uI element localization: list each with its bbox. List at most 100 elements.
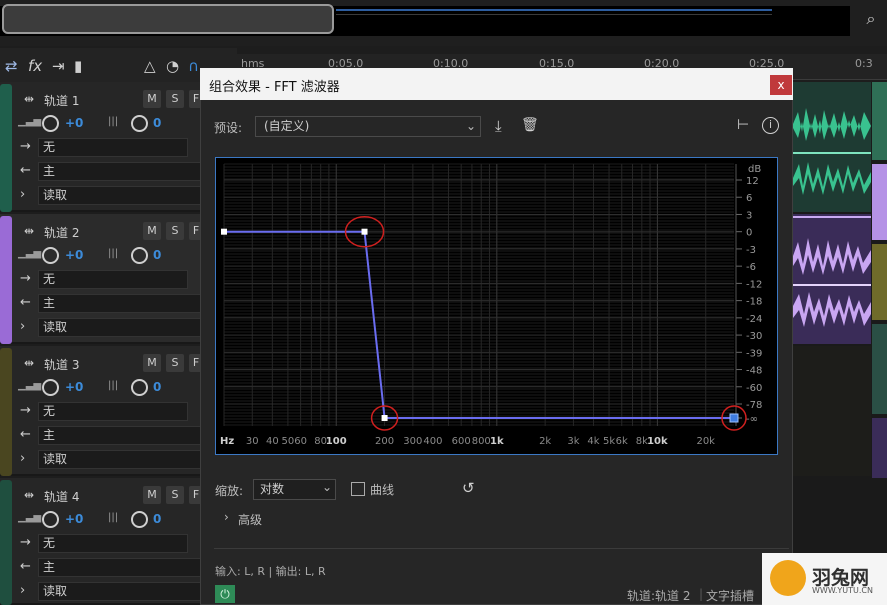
volume-value[interactable]: +0	[65, 380, 83, 394]
track-color-strip	[0, 216, 12, 344]
chevron-right-icon[interactable]: ›	[20, 583, 25, 598]
curve-checkbox[interactable]	[351, 482, 365, 496]
scroll-marker-track-1[interactable]	[872, 82, 887, 160]
input-select[interactable]: 无	[38, 138, 188, 157]
mute-button[interactable]: M	[143, 222, 161, 240]
track-move-icon[interactable]: ⇹	[24, 92, 34, 106]
zoom-icon[interactable]: ⌕	[860, 8, 882, 30]
pan-knob[interactable]	[131, 115, 148, 132]
snap-icon[interactable]: ∩	[188, 56, 199, 76]
pan-value[interactable]: 0	[153, 512, 161, 526]
routing-icon[interactable]: ⊢	[737, 117, 749, 133]
chevron-down-icon[interactable]: ⌄	[322, 480, 332, 494]
input-arrow-icon: →	[20, 535, 31, 550]
output-select[interactable]: 主	[38, 426, 205, 445]
track-move-icon[interactable]: ⇹	[24, 488, 34, 502]
volume-value[interactable]: +0	[65, 116, 83, 130]
volume-knob[interactable]	[42, 379, 59, 396]
automation-mode-select[interactable]: 读取	[38, 186, 205, 205]
volume-value[interactable]: +0	[65, 248, 83, 262]
advanced-toggle[interactable]: 高级	[238, 511, 262, 528]
db-label: -∞	[746, 414, 758, 425]
chevron-right-icon[interactable]: ›	[20, 319, 25, 334]
solo-button[interactable]: S	[166, 354, 184, 372]
control-point	[729, 413, 739, 423]
freq-label: 2k	[539, 436, 551, 447]
ruler-label: 0:3	[855, 57, 873, 70]
input-select[interactable]: 无	[38, 402, 188, 421]
scroll-marker-track-2[interactable]	[872, 164, 887, 240]
chevron-down-icon[interactable]: ⌄	[466, 116, 476, 137]
input-select[interactable]: 无	[38, 534, 188, 553]
swap-icon[interactable]: ⇄	[5, 56, 18, 76]
volume-knob[interactable]	[42, 115, 59, 132]
pan-knob[interactable]	[131, 247, 148, 264]
overview-selection[interactable]	[2, 4, 334, 34]
divider	[214, 548, 789, 549]
close-button[interactable]: x	[770, 75, 792, 95]
mute-button[interactable]: M	[143, 354, 161, 372]
preset-select[interactable]: (自定义)	[255, 116, 481, 137]
output-arrow-icon: ←	[20, 427, 31, 442]
track-name[interactable]: 轨道 3	[44, 356, 79, 373]
power-icon[interactable]: ⏻	[215, 585, 235, 603]
track-name[interactable]: 轨道 2	[44, 224, 79, 241]
db-label: 6	[746, 193, 752, 204]
automation-mode-select[interactable]: 读取	[38, 582, 205, 601]
track-name[interactable]: 轨道 1	[44, 92, 79, 109]
db-label: 12	[746, 176, 759, 187]
pan-value[interactable]: 0	[153, 248, 161, 262]
pan-value[interactable]: 0	[153, 380, 161, 394]
pan-icon: |||	[108, 380, 119, 391]
volume-value[interactable]: +0	[65, 512, 83, 526]
db-label: -48	[746, 366, 762, 377]
solo-button[interactable]: S	[166, 90, 184, 108]
clip-track-2[interactable]	[793, 214, 871, 344]
clip-track-1[interactable]	[793, 82, 871, 212]
pan-knob[interactable]	[131, 511, 148, 528]
solo-button[interactable]: S	[166, 486, 184, 504]
solo-button[interactable]: S	[166, 222, 184, 240]
chevron-right-icon[interactable]: ›	[224, 510, 229, 524]
scroll-marker-track-5[interactable]	[872, 418, 887, 478]
input-select[interactable]: 无	[38, 270, 188, 289]
freq-label: 4k	[587, 436, 599, 447]
info-icon[interactable]: i	[762, 117, 779, 134]
timer-icon[interactable]: ◔	[166, 56, 179, 76]
track-move-icon[interactable]: ⇹	[24, 356, 34, 370]
pan-value[interactable]: 0	[153, 116, 161, 130]
db-label: -30	[746, 331, 762, 342]
routing-icon[interactable]: ⇥	[52, 56, 65, 76]
output-arrow-icon: ←	[20, 295, 31, 310]
output-select[interactable]: 主	[38, 162, 205, 181]
output-select[interactable]: 主	[38, 558, 205, 577]
clip-track-3[interactable]	[793, 346, 871, 476]
save-preset-icon[interactable]: ⤓	[495, 117, 502, 135]
freq-label: 50	[282, 436, 295, 447]
mute-button[interactable]: M	[143, 486, 161, 504]
automation-mode-select[interactable]: 读取	[38, 450, 205, 469]
freq-label: Hz	[220, 436, 234, 447]
meter-icon[interactable]: ▮	[74, 56, 82, 76]
metronome-icon[interactable]: △	[144, 56, 156, 76]
input-arrow-icon: →	[20, 271, 31, 286]
volume-knob[interactable]	[42, 247, 59, 264]
pan-icon: |||	[108, 116, 119, 127]
chevron-right-icon[interactable]: ›	[20, 187, 25, 202]
pan-knob[interactable]	[131, 379, 148, 396]
freq-label: 200	[375, 436, 394, 447]
reset-icon[interactable]: ↺	[462, 479, 480, 497]
volume-knob[interactable]	[42, 511, 59, 528]
output-select[interactable]: 主	[38, 294, 205, 313]
frequency-response-graph[interactable]: 12 6 3 0 -3 -6 -12 -18 -24 -30 -39 -48 -60 -78 -∞ dB Hz 3…	[215, 157, 778, 455]
fx-icon[interactable]: fx	[28, 56, 42, 76]
track-move-icon[interactable]: ⇹	[24, 224, 34, 238]
freq-label: 800	[472, 436, 491, 447]
trash-icon[interactable]: 🗑	[521, 117, 539, 133]
scroll-marker-track-4[interactable]	[872, 324, 887, 414]
track-name[interactable]: 轨道 4	[44, 488, 79, 505]
mute-button[interactable]: M	[143, 90, 161, 108]
automation-mode-select[interactable]: 读取	[38, 318, 205, 337]
scroll-marker-track-3[interactable]	[872, 244, 887, 320]
chevron-right-icon[interactable]: ›	[20, 451, 25, 466]
